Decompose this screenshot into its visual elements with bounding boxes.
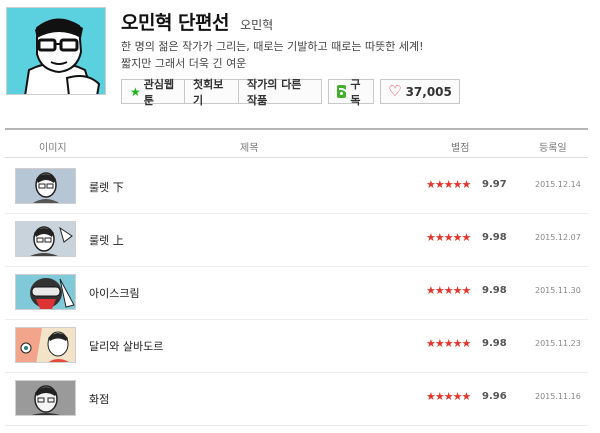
episode-row[interactable]: 화점 ★★★★★ 9.96 2015.11.16 <box>5 373 588 426</box>
subscribe-label: 구독 <box>350 77 361 107</box>
other-works-button[interactable]: 작가의 다른 작품 <box>238 78 322 107</box>
favorite-label: 관심웹툰 <box>143 77 175 107</box>
episode-row[interactable]: 룰렛 下 ★★★★★ 9.97 2015.12.14 <box>5 161 588 214</box>
episode-title[interactable]: 달리와 살바도르 <box>89 338 163 354</box>
thumbnail-illustration <box>16 222 75 256</box>
episode-row[interactable]: 달리와 살바도르 ★★★★★ 9.98 2015.11.23 <box>5 320 588 373</box>
episode-date: 2015.11.30 <box>535 286 581 295</box>
author-name[interactable]: 오민혁 <box>240 18 273 32</box>
action-buttons: ★ 관심웹툰 첫회보기 작가의 다른 작품 구독 ♡ 37,005 <box>121 78 460 107</box>
episode-title[interactable]: 룰렛 上 <box>89 232 124 248</box>
rating-score: 9.96 <box>482 391 507 402</box>
like-button[interactable]: ♡ 37,005 <box>380 79 460 104</box>
episode-date: 2015.12.07 <box>535 233 581 242</box>
episode-date: 2015.12.14 <box>535 180 581 189</box>
webtoon-title: 오민혁 단편선 <box>121 12 230 34</box>
webtoon-cover-image[interactable] <box>6 7 106 95</box>
header-date: 등록일 <box>539 143 567 154</box>
rating-stars: ★★★★★ <box>426 337 471 350</box>
rating-score: 9.97 <box>482 179 507 190</box>
episode-title[interactable]: 룰렛 下 <box>89 179 124 195</box>
rating-stars: ★★★★★ <box>426 231 471 244</box>
first-episode-button[interactable]: 첫회보기 <box>184 78 239 107</box>
header-image: 이미지 <box>39 143 67 154</box>
rating-stars: ★★★★★ <box>426 284 471 297</box>
rss-icon <box>337 85 350 98</box>
description-line-1: 한 명의 젊은 작가가 그리는, 때로는 기발하고 때로는 따뜻한 세계! <box>121 40 424 53</box>
episode-thumbnail[interactable] <box>15 221 76 257</box>
webtoon-header: 오민혁 단편선 오민혁 한 명의 젊은 작가가 그리는, 때로는 기발하고 때로… <box>0 0 600 120</box>
cover-illustration <box>7 8 105 94</box>
first-episode-label: 첫회보기 <box>193 77 224 107</box>
rating-score: 9.98 <box>482 285 507 296</box>
episode-thumbnail[interactable] <box>15 380 76 416</box>
episode-thumbnail[interactable] <box>15 168 76 204</box>
rating-score: 9.98 <box>482 338 507 349</box>
like-count: 37,005 <box>405 84 452 99</box>
episode-row[interactable]: 룰렛 上 ★★★★★ 9.98 2015.12.07 <box>5 214 588 267</box>
header-title: 제목 <box>240 143 259 154</box>
episode-row[interactable]: 아이스크림 ★★★★★ 9.98 2015.11.30 <box>5 267 588 320</box>
rating-stars: ★★★★★ <box>426 390 471 403</box>
episode-date: 2015.11.16 <box>535 392 581 401</box>
rating-stars: ★★★★★ <box>426 178 471 191</box>
favorite-button[interactable]: ★ 관심웹툰 <box>121 78 185 107</box>
heart-icon: ♡ <box>388 82 402 100</box>
episode-thumbnail[interactable] <box>15 274 76 310</box>
episode-title[interactable]: 화점 <box>89 391 109 407</box>
header-rating: 별점 <box>451 143 470 154</box>
rating-score: 9.98 <box>482 232 507 243</box>
episode-table-header: 이미지 제목 별점 등록일 <box>5 128 588 158</box>
webtoon-description: 한 명의 젊은 작가가 그리는, 때로는 기발하고 때로는 따뜻한 세계! 짧지… <box>121 38 501 72</box>
thumbnail-illustration <box>16 275 75 309</box>
title-row: 오민혁 단편선 오민혁 <box>121 8 273 35</box>
star-icon: ★ <box>130 84 141 99</box>
thumbnail-illustration <box>16 169 75 203</box>
other-works-label: 작가의 다른 작품 <box>247 77 302 107</box>
subscribe-button[interactable]: 구독 <box>328 78 374 107</box>
episode-thumbnail[interactable] <box>15 327 76 363</box>
description-line-2: 짧지만 그래서 더욱 긴 여운 <box>121 57 247 70</box>
thumbnail-illustration <box>16 328 75 362</box>
thumbnail-illustration <box>16 381 75 415</box>
episode-title[interactable]: 아이스크림 <box>89 285 140 301</box>
episode-date: 2015.11.23 <box>535 339 581 348</box>
